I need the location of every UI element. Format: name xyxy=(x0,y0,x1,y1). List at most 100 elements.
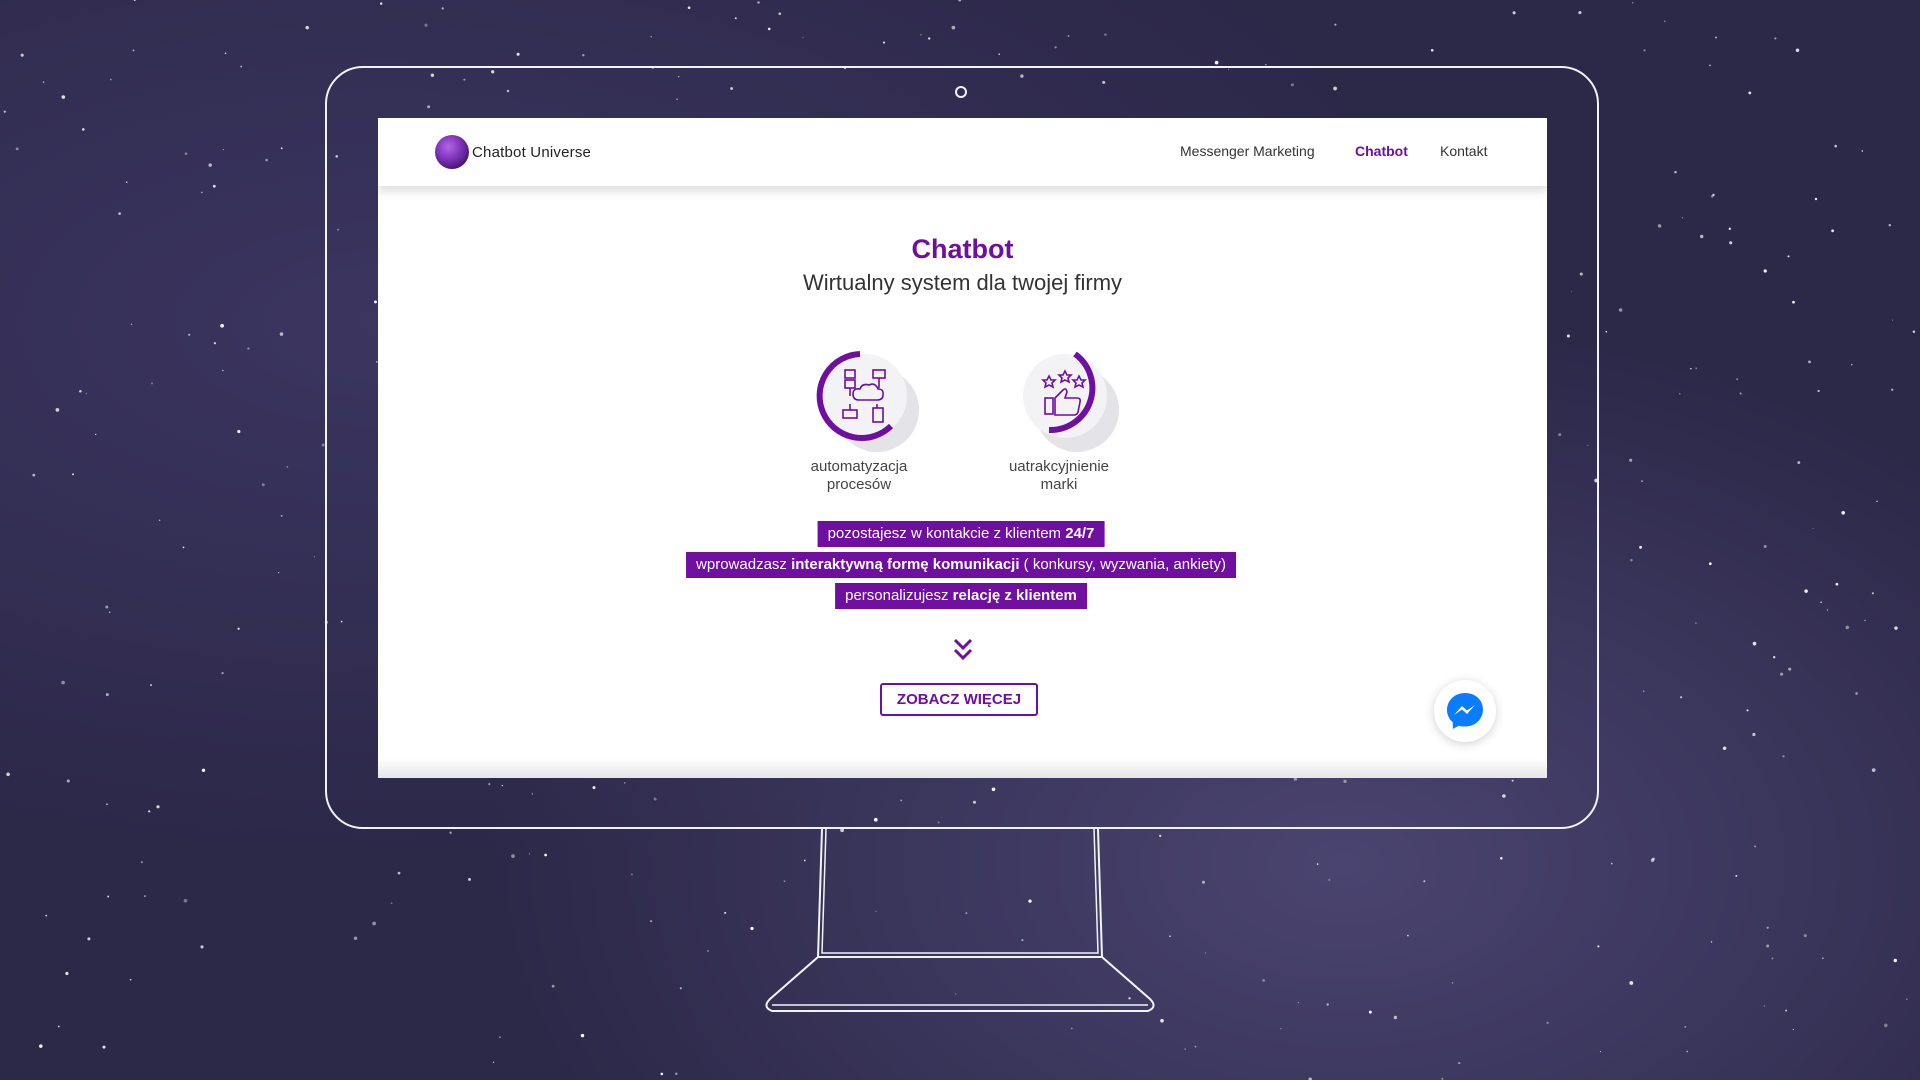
benefit-bold-text: interaktywną formę komunikacji xyxy=(791,556,1020,573)
benefit-text: personalizujesz xyxy=(845,587,953,604)
star xyxy=(107,895,110,898)
star xyxy=(1739,392,1742,395)
star xyxy=(958,0,962,2)
star xyxy=(687,6,691,10)
star xyxy=(66,779,70,783)
star xyxy=(424,23,428,27)
logo-icon[interactable] xyxy=(435,135,469,169)
benefit-text: pozostajesz w kontakcie z klientem xyxy=(827,525,1066,542)
page-subtitle: Wirtualny system dla twojej firmy xyxy=(802,270,1123,295)
star xyxy=(441,7,444,10)
star xyxy=(3,110,6,113)
star xyxy=(1297,1002,1299,1004)
star xyxy=(201,191,203,194)
star xyxy=(1407,934,1409,937)
star xyxy=(72,473,74,476)
star xyxy=(1763,269,1767,273)
star xyxy=(1831,229,1835,233)
star xyxy=(778,12,782,16)
star xyxy=(1715,36,1717,39)
star xyxy=(1067,35,1070,37)
star xyxy=(1861,150,1864,152)
star xyxy=(1316,863,1319,865)
star xyxy=(390,902,393,904)
star xyxy=(1597,945,1600,948)
star xyxy=(1894,626,1898,630)
nav-link-chatbot[interactable]: Chatbot xyxy=(1355,143,1408,159)
star xyxy=(1205,952,1207,954)
star xyxy=(212,184,216,188)
star xyxy=(314,556,316,558)
star xyxy=(15,147,19,151)
star xyxy=(237,429,241,434)
double-chevron-down-icon[interactable] xyxy=(953,638,973,662)
star xyxy=(1752,732,1756,737)
star xyxy=(468,877,471,881)
star xyxy=(1326,1003,1329,1006)
section-divider xyxy=(378,758,1547,778)
star xyxy=(1736,378,1739,381)
star xyxy=(1763,1005,1765,1007)
feature-ring xyxy=(1009,346,1119,452)
star xyxy=(20,53,24,57)
star xyxy=(1610,862,1613,865)
star xyxy=(237,627,240,630)
star xyxy=(724,911,727,914)
star xyxy=(261,483,265,487)
feature-branding: uatrakcyjnienie marki xyxy=(974,346,1144,494)
star xyxy=(1855,692,1858,695)
star xyxy=(1652,857,1655,861)
star xyxy=(1763,545,1767,548)
star xyxy=(156,805,160,809)
benefit-bold-text: 24/7 xyxy=(1065,525,1095,542)
star xyxy=(220,323,224,328)
star xyxy=(1599,1051,1602,1053)
star xyxy=(1891,319,1894,321)
star xyxy=(213,342,217,345)
star xyxy=(757,1,760,4)
website-screen: Chatbot Universe Messenger Marketing Cha… xyxy=(378,118,1547,778)
star xyxy=(201,768,206,772)
star xyxy=(247,347,250,350)
nav-link-kontakt[interactable]: Kontakt xyxy=(1440,143,1487,159)
star xyxy=(1393,1015,1398,1020)
star xyxy=(1695,367,1698,370)
star xyxy=(1795,48,1800,53)
benefit-text: ( konkursy, wyzwania, ankiety) xyxy=(1019,556,1226,573)
star xyxy=(133,0,136,2)
star xyxy=(149,684,153,687)
star xyxy=(108,611,111,613)
star xyxy=(132,49,135,52)
see-more-button[interactable]: ZOBACZ WIĘCEJ xyxy=(880,683,1038,716)
star xyxy=(1054,46,1057,49)
star xyxy=(280,515,283,517)
star xyxy=(1891,388,1894,391)
star xyxy=(1871,592,1874,595)
logo-text[interactable]: Chatbot Universe xyxy=(472,144,591,161)
star xyxy=(1695,622,1697,624)
star xyxy=(1785,1009,1788,1012)
feature-automation: automatyzacja procesów xyxy=(774,346,944,494)
star xyxy=(1729,241,1733,245)
star xyxy=(1194,1045,1197,1048)
star xyxy=(188,333,191,336)
star xyxy=(499,1036,501,1039)
star xyxy=(105,605,109,609)
star xyxy=(397,871,401,875)
star xyxy=(144,895,146,897)
messenger-chat-button[interactable] xyxy=(1434,680,1496,742)
star xyxy=(1722,746,1727,750)
star xyxy=(105,693,109,697)
nav-link-messenger-marketing[interactable]: Messenger Marketing xyxy=(1180,143,1315,159)
star xyxy=(516,52,520,56)
star xyxy=(1699,234,1704,239)
star xyxy=(240,65,243,68)
star xyxy=(1664,20,1666,22)
star xyxy=(1184,1048,1186,1050)
star xyxy=(79,389,82,393)
star xyxy=(1766,926,1769,929)
star xyxy=(305,25,309,30)
star xyxy=(87,937,91,941)
star xyxy=(208,163,212,167)
star xyxy=(1851,363,1853,366)
